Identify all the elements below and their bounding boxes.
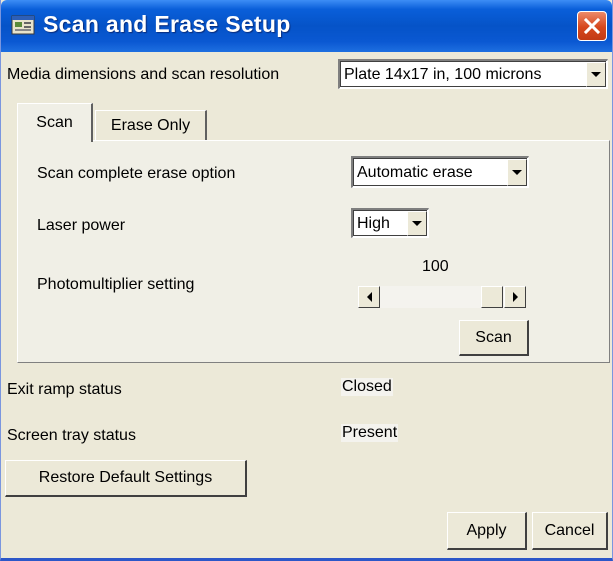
photomultiplier-value: 100: [422, 258, 449, 275]
slider-thumb[interactable]: [481, 286, 503, 308]
erase-option-label: Scan complete erase option: [37, 165, 236, 182]
chevron-down-icon: [512, 170, 522, 175]
laser-power-value: High: [357, 214, 390, 232]
cancel-button[interactable]: Cancel: [532, 512, 608, 550]
scan-button[interactable]: Scan: [459, 320, 529, 356]
exit-ramp-label: Exit ramp status: [7, 381, 122, 398]
laser-power-label: Laser power: [37, 217, 126, 234]
screen-tray-value: Present: [341, 424, 399, 442]
close-button[interactable]: [577, 11, 607, 41]
screen-tray-label: Screen tray status: [7, 427, 136, 444]
scan-erase-setup-dialog: Scan and Erase Setup Media dimensions an…: [0, 0, 613, 561]
laser-power-dropdown-button[interactable]: [407, 211, 427, 236]
media-dimensions-select[interactable]: Plate 14x17 in, 100 microns: [338, 59, 608, 89]
arrow-left-icon: [366, 292, 372, 302]
restore-defaults-button[interactable]: Restore Default Settings: [5, 460, 247, 497]
media-dimensions-label: Media dimensions and scan resolution: [7, 66, 280, 83]
scroll-right-button[interactable]: [504, 286, 526, 308]
tab-erase-only[interactable]: Erase Only: [95, 110, 207, 140]
erase-option-dropdown-button[interactable]: [507, 159, 527, 186]
media-dropdown-button[interactable]: [586, 62, 606, 87]
apply-button[interactable]: Apply: [447, 512, 527, 550]
scroll-left-button[interactable]: [358, 286, 380, 308]
dialog-app-icon: [11, 14, 35, 36]
window-title: Scan and Erase Setup: [43, 11, 291, 37]
photomultiplier-label: Photomultiplier setting: [37, 276, 195, 293]
photomultiplier-slider[interactable]: [358, 286, 526, 308]
erase-option-value: Automatic erase: [357, 163, 473, 181]
erase-option-select[interactable]: Automatic erase: [351, 156, 529, 188]
tab-scan[interactable]: Scan: [17, 103, 93, 142]
close-icon: [583, 17, 601, 35]
laser-power-select[interactable]: High: [351, 208, 429, 238]
title-bar[interactable]: Scan and Erase Setup: [1, 0, 612, 52]
chevron-down-icon: [591, 72, 601, 77]
arrow-right-icon: [512, 292, 518, 302]
exit-ramp-value: Closed: [341, 378, 393, 396]
tab-scan-label: Scan: [36, 114, 73, 131]
media-dimensions-value: Plate 14x17 in, 100 microns: [344, 65, 542, 83]
tab-erase-only-label: Erase Only: [110, 116, 191, 134]
chevron-down-icon: [412, 221, 422, 226]
